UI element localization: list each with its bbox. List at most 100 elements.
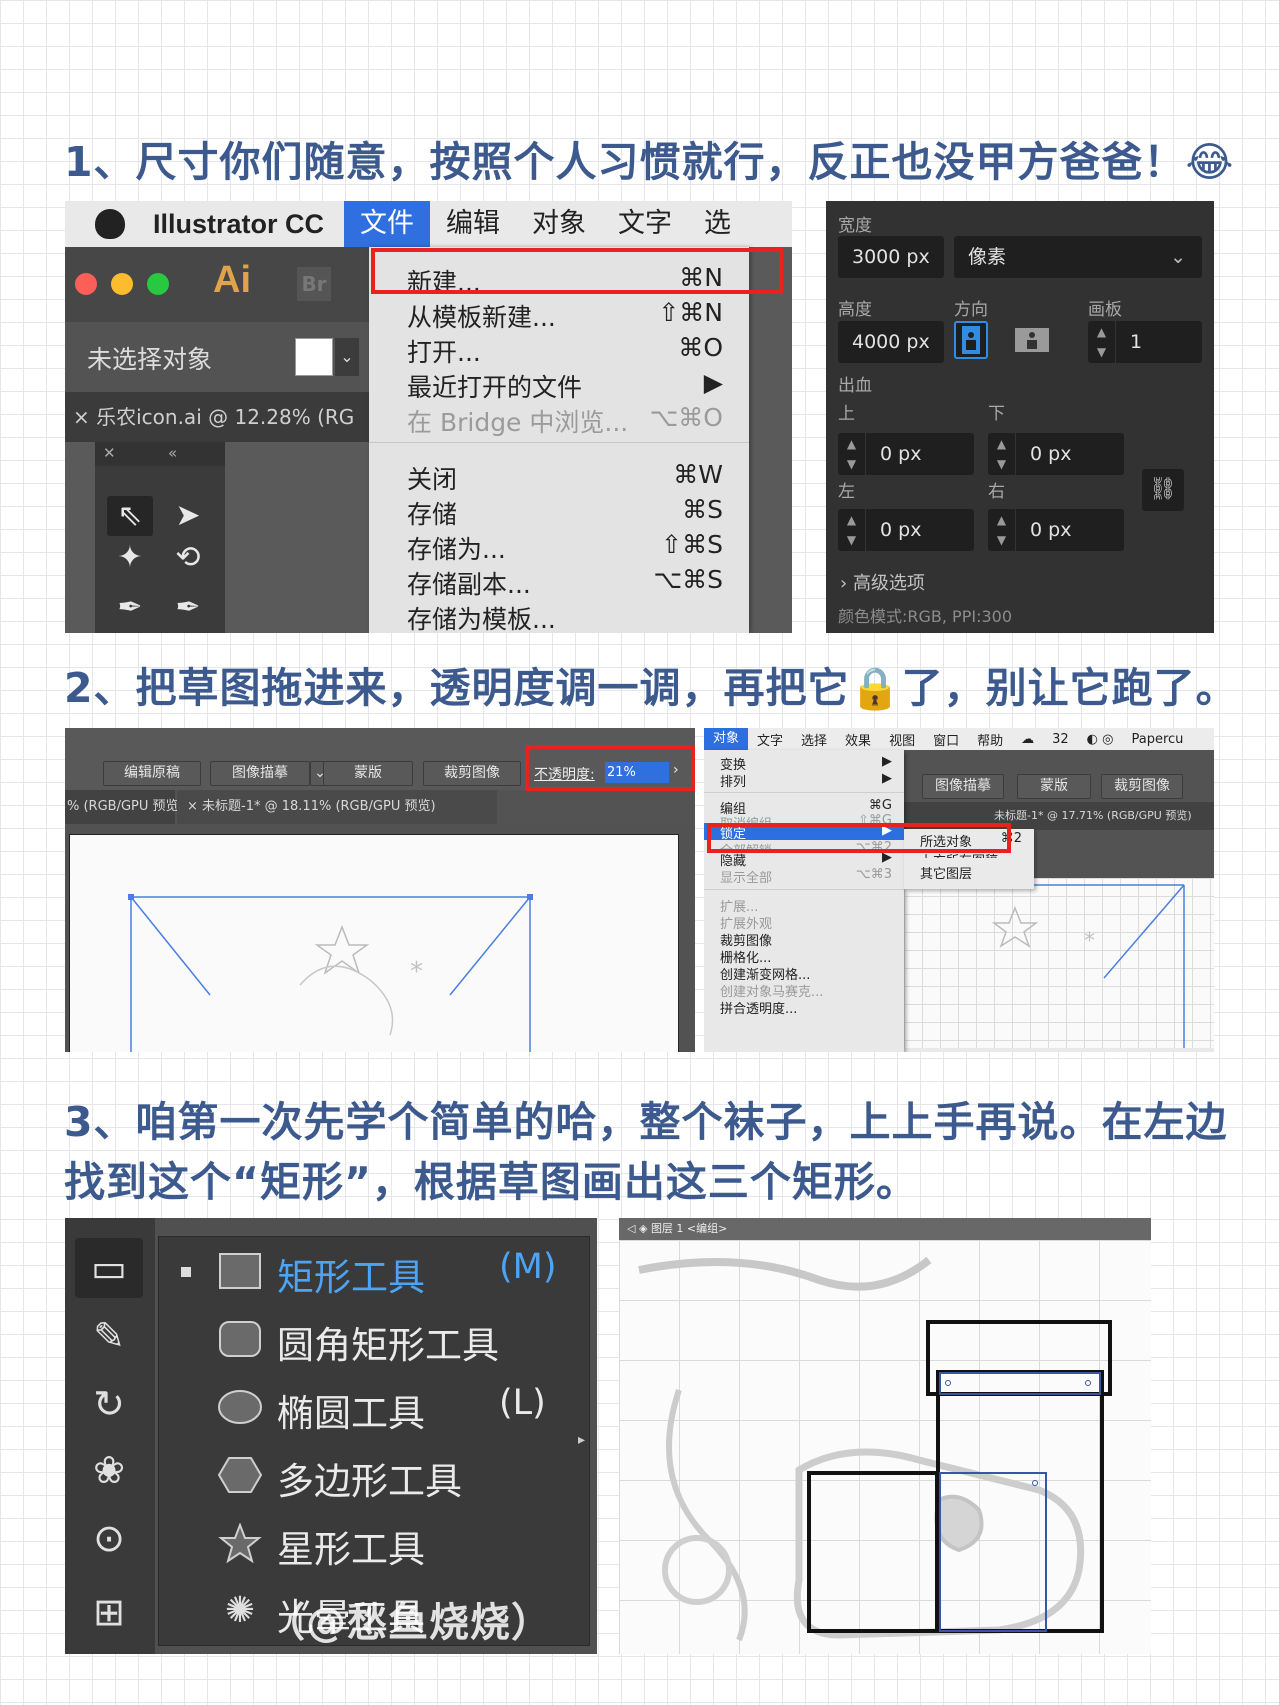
menu-item-shortcut: ⌘G <box>868 798 892 813</box>
link-bleed-icon[interactable]: ⛓ <box>1142 469 1184 511</box>
crop-image-button[interactable]: 裁剪图像 <box>1101 774 1183 799</box>
menu-item-close[interactable]: 关闭 ⌘W <box>369 458 749 494</box>
flyout-item-ellipse[interactable]: 椭圆工具 (L) <box>159 1373 591 1441</box>
chevron-down-icon: ⌄ <box>1170 246 1186 268</box>
canvas[interactable] <box>619 1240 1151 1654</box>
back-arrow-icon[interactable]: ◁ <box>627 1222 635 1235</box>
crop-image-button[interactable]: 裁剪图像 <box>423 761 521 786</box>
zoom-window-button[interactable] <box>147 273 169 295</box>
menu-select[interactable]: 选择 <box>792 730 836 749</box>
menu-edit[interactable]: 编辑 <box>430 201 516 247</box>
document-tab[interactable]: × 乐农icon.ai @ 12.28% (RG <box>65 392 369 442</box>
advanced-options[interactable]: › 高级选项 <box>840 569 925 595</box>
image-trace-button[interactable]: 图像描摹 <box>922 774 1004 799</box>
menu-item-browse-bridge[interactable]: 在 Bridge 中浏览... ⌥⌘O <box>369 401 749 437</box>
apple-icon[interactable] <box>95 209 125 239</box>
menu-item-save[interactable]: 存储 ⌘S <box>369 493 749 529</box>
placed-sketch-bounding-box[interactable]: * <box>70 835 680 1052</box>
flyout-item-rounded-rectangle[interactable]: 圆角矩形工具 <box>159 1305 591 1373</box>
menu-item-save-as-template[interactable]: 存储为模板... <box>369 598 749 633</box>
menu-item-gradient-mesh[interactable]: 创建渐变网格... <box>704 964 904 983</box>
menu-help[interactable]: 帮助 <box>968 730 1012 749</box>
unit-value: 像素 <box>968 246 1007 268</box>
chevron-right-icon[interactable]: ▸ <box>578 1432 585 1448</box>
menu-file[interactable]: 文件 <box>344 201 431 247</box>
canvas[interactable]: * <box>65 824 695 1052</box>
rotate-tool-icon[interactable]: ↻ <box>75 1374 143 1434</box>
bleed-left-field[interactable]: ▲ ▼ 0 px <box>838 509 974 551</box>
menu-item-open-recent[interactable]: 最近打开的文件 ▶ <box>369 366 749 402</box>
stepper-icon[interactable]: ▲ ▼ <box>988 509 1016 551</box>
menu-item-arrange[interactable]: 排列 ▶ <box>704 771 904 790</box>
menu-effect[interactable]: 效果 <box>836 730 880 749</box>
width-field[interactable]: 3000 px <box>838 236 944 278</box>
document-tab-active[interactable]: × 未标题-1* @ 18.11% (RGB/GPU 预览) <box>177 790 497 824</box>
menu-window[interactable]: 窗口 <box>924 730 968 749</box>
curvature-tool-icon[interactable]: ✒ <box>165 588 211 628</box>
direct-selection-tool-icon[interactable]: ➤ <box>165 496 211 536</box>
menu-item-new-from-template[interactable]: 从模板新建... ⇧⌘N <box>369 296 749 332</box>
menu-item-crop-image[interactable]: 裁剪图像 <box>704 930 904 949</box>
menu-object[interactable]: 对象 <box>516 201 602 247</box>
bridge-button[interactable]: Br <box>297 267 331 301</box>
mask-button[interactable]: 蒙版 <box>1017 774 1091 799</box>
flyout-item-polygon[interactable]: 多边形工具 <box>159 1441 591 1509</box>
flyout-item-rectangle[interactable]: 矩形工具 (M) <box>159 1237 591 1305</box>
magic-wand-icon[interactable]: ✦ <box>107 538 153 578</box>
menu-type[interactable]: 文字 <box>602 201 688 247</box>
shaper-tool-icon[interactable]: ✎ <box>75 1306 143 1366</box>
height-field[interactable]: 4000 px <box>838 321 944 363</box>
bleed-bottom-field[interactable]: ▲ ▼ 0 px <box>988 433 1124 475</box>
lasso-icon[interactable]: ⟲ <box>165 538 211 578</box>
mesh-tool-icon[interactable]: ⊞ <box>75 1582 143 1642</box>
badge-count: 32 <box>1052 731 1069 747</box>
flyout-item-star[interactable]: 星形工具 <box>159 1509 591 1577</box>
landscape-icon[interactable] <box>1012 321 1049 359</box>
menu-object[interactable]: 对象 <box>704 728 749 750</box>
edit-original-button[interactable]: 编辑原稿 <box>103 761 201 786</box>
mask-button[interactable]: 蒙版 <box>323 761 413 786</box>
bleed-left-value: 0 px <box>880 519 922 541</box>
minimize-window-button[interactable] <box>111 273 133 295</box>
image-trace-button[interactable]: 图像描摹 <box>210 761 310 786</box>
close-window-button[interactable] <box>75 273 97 295</box>
wechat-icon[interactable]: ☁ <box>1012 732 1043 747</box>
menu-item-object-mosaic[interactable]: 创建对象马赛克... <box>704 981 904 1000</box>
bleed-right-field[interactable]: ▲ ▼ 0 px <box>988 509 1124 551</box>
menu-type[interactable]: 文字 <box>748 730 792 749</box>
flyout-item-label: 椭圆工具 <box>277 1392 425 1435</box>
document-tab-prev[interactable]: % (RGB/GPU 预览) <box>65 790 184 824</box>
selection-tool-icon[interactable]: ⇖ <box>107 496 153 536</box>
stepper-icon[interactable]: ▲ ▼ <box>838 509 866 551</box>
free-transform-icon[interactable]: ⊙ <box>75 1508 143 1568</box>
sock-foot-rectangle[interactable] <box>807 1471 939 1633</box>
bleed-top-field[interactable]: ▲ ▼ 0 px <box>838 433 974 475</box>
stepper-icon[interactable]: ▲ ▼ <box>1088 321 1116 363</box>
chevron-down-icon[interactable]: ⌄ <box>335 338 359 376</box>
menu-item-lock-other-layers[interactable]: 其它图层 <box>904 863 1034 882</box>
rectangle-tool-icon[interactable]: ▭ <box>75 1238 143 1298</box>
menu-item-open[interactable]: 打开... ⌘O <box>369 331 749 367</box>
fill-swatch[interactable] <box>295 338 333 376</box>
artboards-field[interactable]: ▲ ▼ 1 <box>1088 321 1202 363</box>
menu-item-save-as[interactable]: 存储为... ⇧⌘S <box>369 528 749 564</box>
menu-item-expand[interactable]: 扩展... <box>704 896 904 915</box>
unit-select[interactable]: 像素 ⌄ <box>954 236 1202 278</box>
menu-view[interactable]: 视图 <box>880 730 924 749</box>
portrait-icon[interactable] <box>954 321 988 359</box>
stepper-icon[interactable]: ▲ ▼ <box>988 433 1016 475</box>
puppet-warp-icon[interactable]: ❀ <box>75 1440 143 1500</box>
menu-item-ungroup[interactable]: 取消编组 ⇧⌘G <box>704 813 904 823</box>
pen-tool-icon[interactable]: ✒ <box>107 588 153 628</box>
menu-item-flatten-transparency[interactable]: 拼合透明度... <box>704 998 904 1017</box>
stepper-icon[interactable]: ▲ ▼ <box>838 433 866 475</box>
menu-select[interactable]: 选 <box>688 201 747 247</box>
menu-item-transform[interactable]: 变换 ▶ <box>704 754 904 773</box>
menu-item-shortcut: ⇧⌘N <box>658 298 723 327</box>
canvas[interactable]: * <box>904 878 1214 1048</box>
menu-item-expand-appearance[interactable]: 扩展外观 <box>704 913 904 932</box>
menu-item-show-all[interactable]: 显示全部 ⌥⌘3 <box>704 867 904 886</box>
anchor-point <box>945 1380 951 1386</box>
menu-item-save-copy[interactable]: 存储副本... ⌥⌘S <box>369 563 749 599</box>
menu-item-rasterize[interactable]: 栅格化... <box>704 947 904 966</box>
